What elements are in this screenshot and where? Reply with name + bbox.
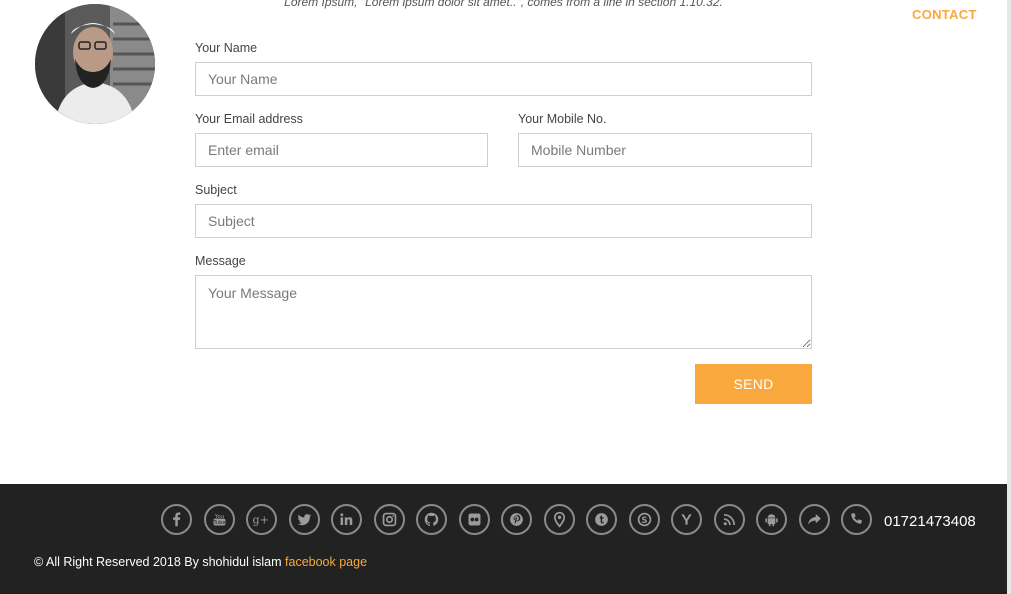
subject-label: Subject bbox=[195, 183, 237, 197]
youtube-icon[interactable]: You Tube bbox=[203, 504, 235, 535]
facebook-page-link[interactable]: facebook page bbox=[285, 555, 367, 569]
scrollbar-edge bbox=[1007, 0, 1011, 594]
map-marker-icon[interactable] bbox=[543, 504, 575, 535]
mobile-label: Your Mobile No. bbox=[518, 112, 607, 126]
rss-icon[interactable] bbox=[713, 504, 745, 535]
email-label: Your Email address bbox=[195, 112, 303, 126]
name-input[interactable] bbox=[195, 62, 812, 96]
footer-phone-number: 01721473408 bbox=[884, 513, 976, 530]
copyright-text: © All Right Reserved 2018 By shohidul is… bbox=[34, 555, 282, 569]
phone-icon[interactable] bbox=[841, 504, 872, 535]
twitter-icon[interactable] bbox=[288, 504, 320, 535]
yahoo-icon[interactable] bbox=[671, 504, 702, 535]
facebook-icon[interactable] bbox=[161, 504, 192, 535]
name-label: Your Name bbox=[195, 41, 258, 55]
section-tagline: Lorem Ipsum, "Lorem ipsum dolor sit amet… bbox=[284, 0, 723, 9]
page: Lorem Ipsum, "Lorem ipsum dolor sit amet… bbox=[0, 0, 1007, 594]
share-icon[interactable] bbox=[798, 504, 830, 535]
linkedin-icon[interactable] bbox=[331, 504, 362, 535]
footer-copyright: © All Right Reserved 2018 By shohidul is… bbox=[34, 555, 367, 569]
github-icon[interactable] bbox=[416, 504, 447, 535]
profile-avatar bbox=[35, 4, 155, 124]
message-label: Message bbox=[195, 254, 246, 268]
subject-input[interactable] bbox=[195, 204, 812, 238]
social-icons-bar: You Tube g+ S bbox=[161, 504, 884, 535]
google-plus-icon[interactable]: g+ bbox=[246, 504, 277, 535]
send-button[interactable]: SEND bbox=[695, 364, 812, 404]
android-icon[interactable] bbox=[756, 504, 787, 535]
profile-photo-icon bbox=[35, 4, 155, 124]
skype-icon[interactable]: S bbox=[628, 504, 660, 535]
email-input[interactable] bbox=[195, 133, 488, 167]
instagram-icon[interactable] bbox=[373, 504, 405, 535]
svg-text:g+: g+ bbox=[253, 514, 269, 527]
nav-contact-link[interactable]: CONTACT bbox=[912, 7, 977, 22]
message-textarea[interactable] bbox=[195, 275, 812, 349]
mobile-input[interactable] bbox=[518, 133, 812, 167]
tumblr-icon[interactable] bbox=[586, 504, 617, 535]
flickr-icon[interactable] bbox=[458, 504, 490, 535]
footer bbox=[0, 484, 1007, 594]
pinterest-icon[interactable] bbox=[501, 504, 532, 535]
svg-text:Tube: Tube bbox=[212, 520, 225, 526]
svg-text:S: S bbox=[641, 516, 647, 526]
